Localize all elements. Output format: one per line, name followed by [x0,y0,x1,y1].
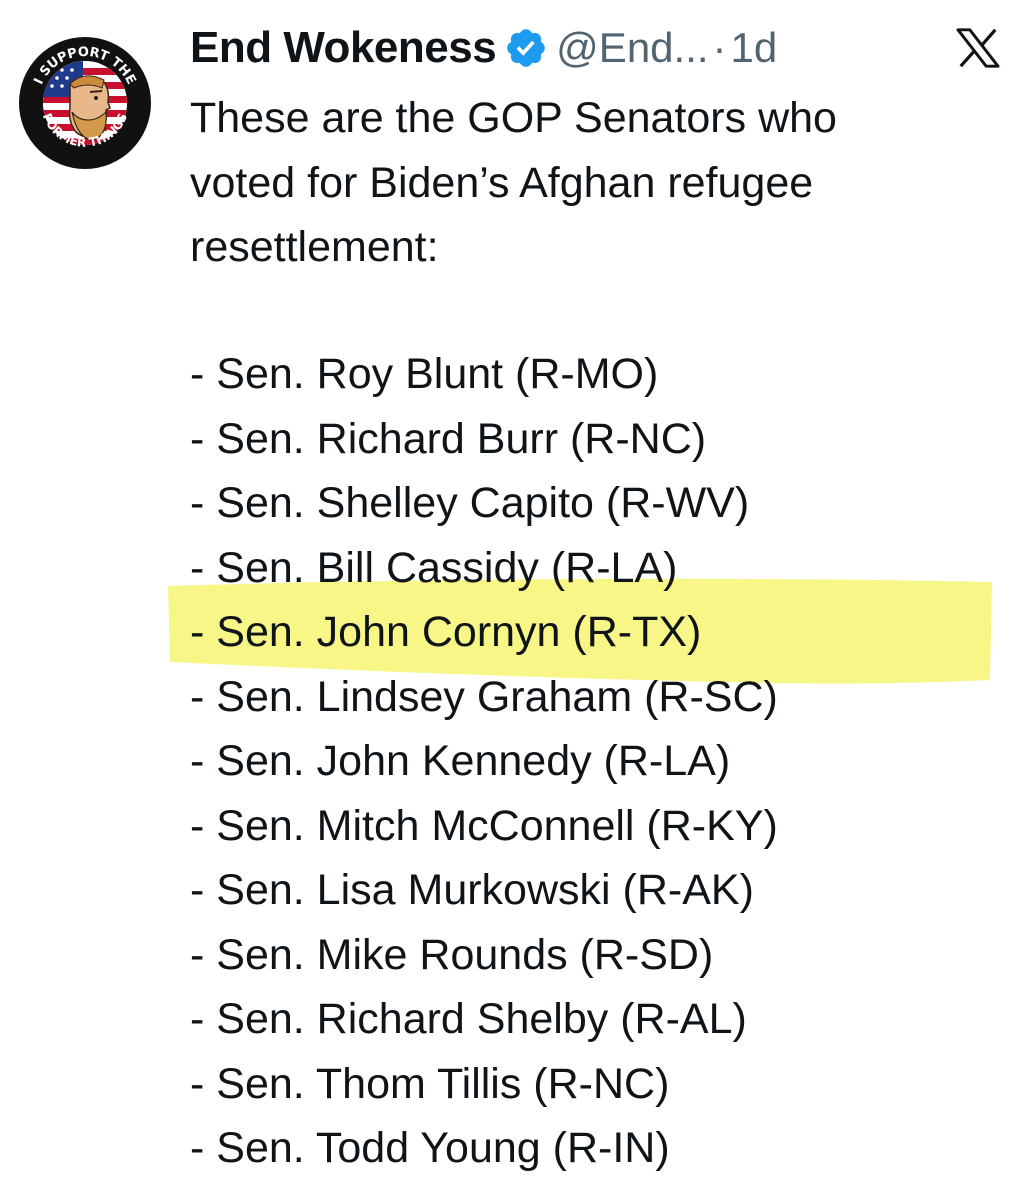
list-item: - Sen. Todd Young (R-IN) [190,1124,670,1172]
x-logo-icon[interactable] [956,28,1000,68]
post-timestamp[interactable]: 1d [731,24,778,72]
list-item: - Sen. Lisa Murkowski (R-AK) [190,866,754,914]
separator-dot: · [712,24,727,71]
list-item: - Sen. Bill Cassidy (R-LA) [190,543,678,592]
list-item: - Sen. Richard Burr (R-NC) [190,414,707,463]
author-display-name[interactable]: End Wokeness [190,23,497,73]
post-header: End Wokeness @End... · 1d [190,18,777,78]
list-item: - Sen. Lindsey Graham (R-SC) [190,672,778,721]
list-item-highlighted: - Sen. John Cornyn (R-TX) [190,608,702,656]
list-item: - Sen. Roy Blunt (R-MO) [190,350,659,398]
list-item: - Sen. Mike Rounds (R-SD) [190,930,714,979]
tweet-text: These are the GOP Senators who voted for… [190,94,837,271]
list-item: - Sen. Mitch McConnell (R-KY) [190,801,778,850]
list-item: - Sen. Thom Tillis (R-NC) [190,1059,670,1108]
list-item: - Sen. Richard Shelby (R-AL) [190,995,747,1043]
list-item: - Sen. Shelley Capito (R-WV) [190,479,750,527]
author-handle[interactable]: @End... [556,24,708,72]
verified-badge-icon[interactable] [504,26,548,70]
avatar[interactable]: I SUPPORT THE FORMER THINGS [18,36,152,170]
senator-list: - Sen. Roy Blunt (R-MO) - Sen. Richard B… [190,342,778,1181]
list-item: - Sen. John Kennedy (R-LA) [190,737,731,785]
